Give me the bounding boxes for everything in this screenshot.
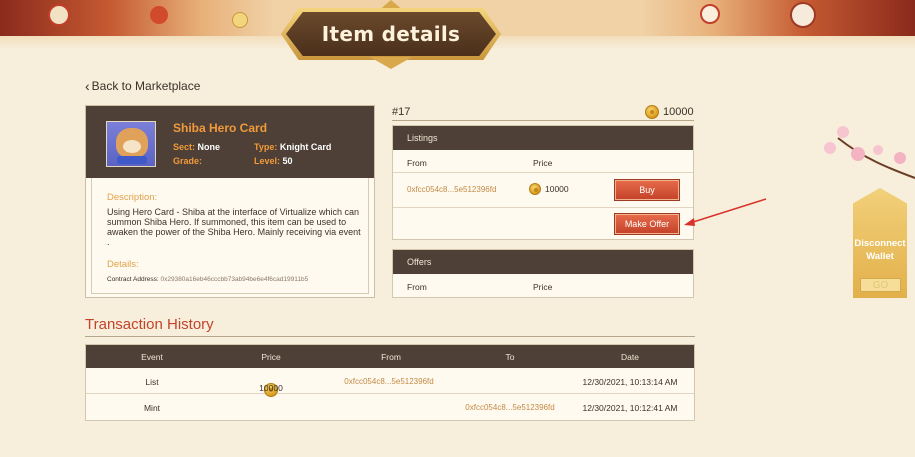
item-id: #17 [392, 106, 411, 118]
listing-from-address[interactable]: 0xfcc054c8...5e512396fd [407, 185, 496, 194]
hero-card: Shiba Hero Card Sect: None Type: Knight … [85, 105, 375, 298]
listing-price: 10000 [529, 183, 569, 195]
item-price: 10000 [645, 105, 694, 119]
red-arrow-annotation [684, 198, 767, 226]
title-ornament [370, 57, 412, 69]
transaction-history-title: Transaction History [85, 316, 214, 333]
offers-title: Offers [393, 250, 693, 274]
listings-header: From Price [393, 150, 693, 173]
tx-event: List [145, 377, 159, 387]
hero-grade: Grade: [173, 156, 203, 166]
offers-panel: Offers From Price [392, 249, 694, 298]
details-title: Details: [107, 259, 139, 270]
description-text: Using Hero Card - Shiba at the interface… [107, 207, 361, 247]
tx-event: Mint [143, 403, 161, 413]
ornament-decoration [790, 2, 816, 28]
disconnect-wallet-button[interactable]: Disconnect Wallet [853, 237, 907, 263]
hero-level: Level: 50 [254, 156, 293, 166]
hero-card-body: Description: Using Hero Card - Shiba at … [91, 178, 369, 294]
make-offer-button[interactable]: Make Offer [615, 214, 679, 234]
divider [392, 120, 694, 121]
page-title-plate: Item details [286, 12, 496, 56]
tx-date: 12/30/2021, 10:12:41 AM [582, 403, 678, 413]
lantern-decoration [48, 4, 70, 26]
coin-icon [645, 105, 659, 119]
column-price: Price [533, 158, 553, 168]
hero-name: Shiba Hero Card [173, 121, 268, 135]
sakura-branch-decoration [824, 126, 915, 179]
column-date: Date [621, 352, 639, 362]
column-from: From [381, 352, 401, 362]
description-title: Description: [107, 192, 158, 203]
table-row: List 10000 0xfcc054c8...5e512396fd 12/30… [86, 368, 694, 397]
item-price-value: 10000 [663, 106, 694, 118]
column-price: Price [261, 352, 281, 362]
chevron-left-icon: ‹ [85, 78, 90, 94]
ornament-decoration [700, 4, 720, 24]
transaction-table: Event Price From To Date List 10000 0xfc… [85, 344, 695, 421]
transaction-table-header: Event Price From To Date [86, 345, 694, 368]
divider [85, 336, 695, 337]
tx-date: 12/30/2021, 10:13:14 AM [582, 377, 678, 387]
shiba-avatar [106, 121, 156, 167]
listings-title: Listings [393, 126, 693, 150]
hero-card-header: Shiba Hero Card Sect: None Type: Knight … [86, 106, 374, 178]
column-event: Event [141, 352, 163, 362]
column-from: From [407, 282, 427, 292]
back-to-marketplace-link[interactable]: ‹ Back to Marketplace [85, 79, 200, 93]
buy-button[interactable]: Buy [615, 180, 679, 200]
ornament-decoration [150, 6, 168, 24]
column-to: To [505, 352, 515, 362]
tx-to-address[interactable]: 0xfcc054c8...5e512396fd [465, 403, 554, 412]
offers-header: From Price [393, 274, 693, 297]
make-offer-row: Make Offer [393, 208, 693, 238]
hero-type: Type: Knight Card [254, 142, 332, 152]
page-title: Item details [321, 22, 461, 46]
column-from: From [407, 158, 427, 168]
contract-address: Contract Address: 0x29380a16eb46cccbb73a… [107, 276, 309, 283]
coin-decoration [232, 12, 248, 28]
listings-panel: Listings From Price 0xfcc054c8...5e51239… [392, 125, 694, 240]
table-row: Mint 0xfcc054c8...5e512396fd 12/30/2021,… [86, 394, 694, 420]
coin-icon [529, 183, 541, 195]
go-button[interactable]: GO [860, 278, 901, 292]
listing-row: 0xfcc054c8...5e512396fd 10000 Buy [393, 173, 693, 208]
tx-from-address[interactable]: 0xfcc054c8...5e512396fd [344, 377, 433, 386]
hero-sect: Sect: None [173, 142, 221, 152]
column-price: Price [533, 282, 553, 292]
back-link-label: Back to Marketplace [91, 79, 201, 93]
